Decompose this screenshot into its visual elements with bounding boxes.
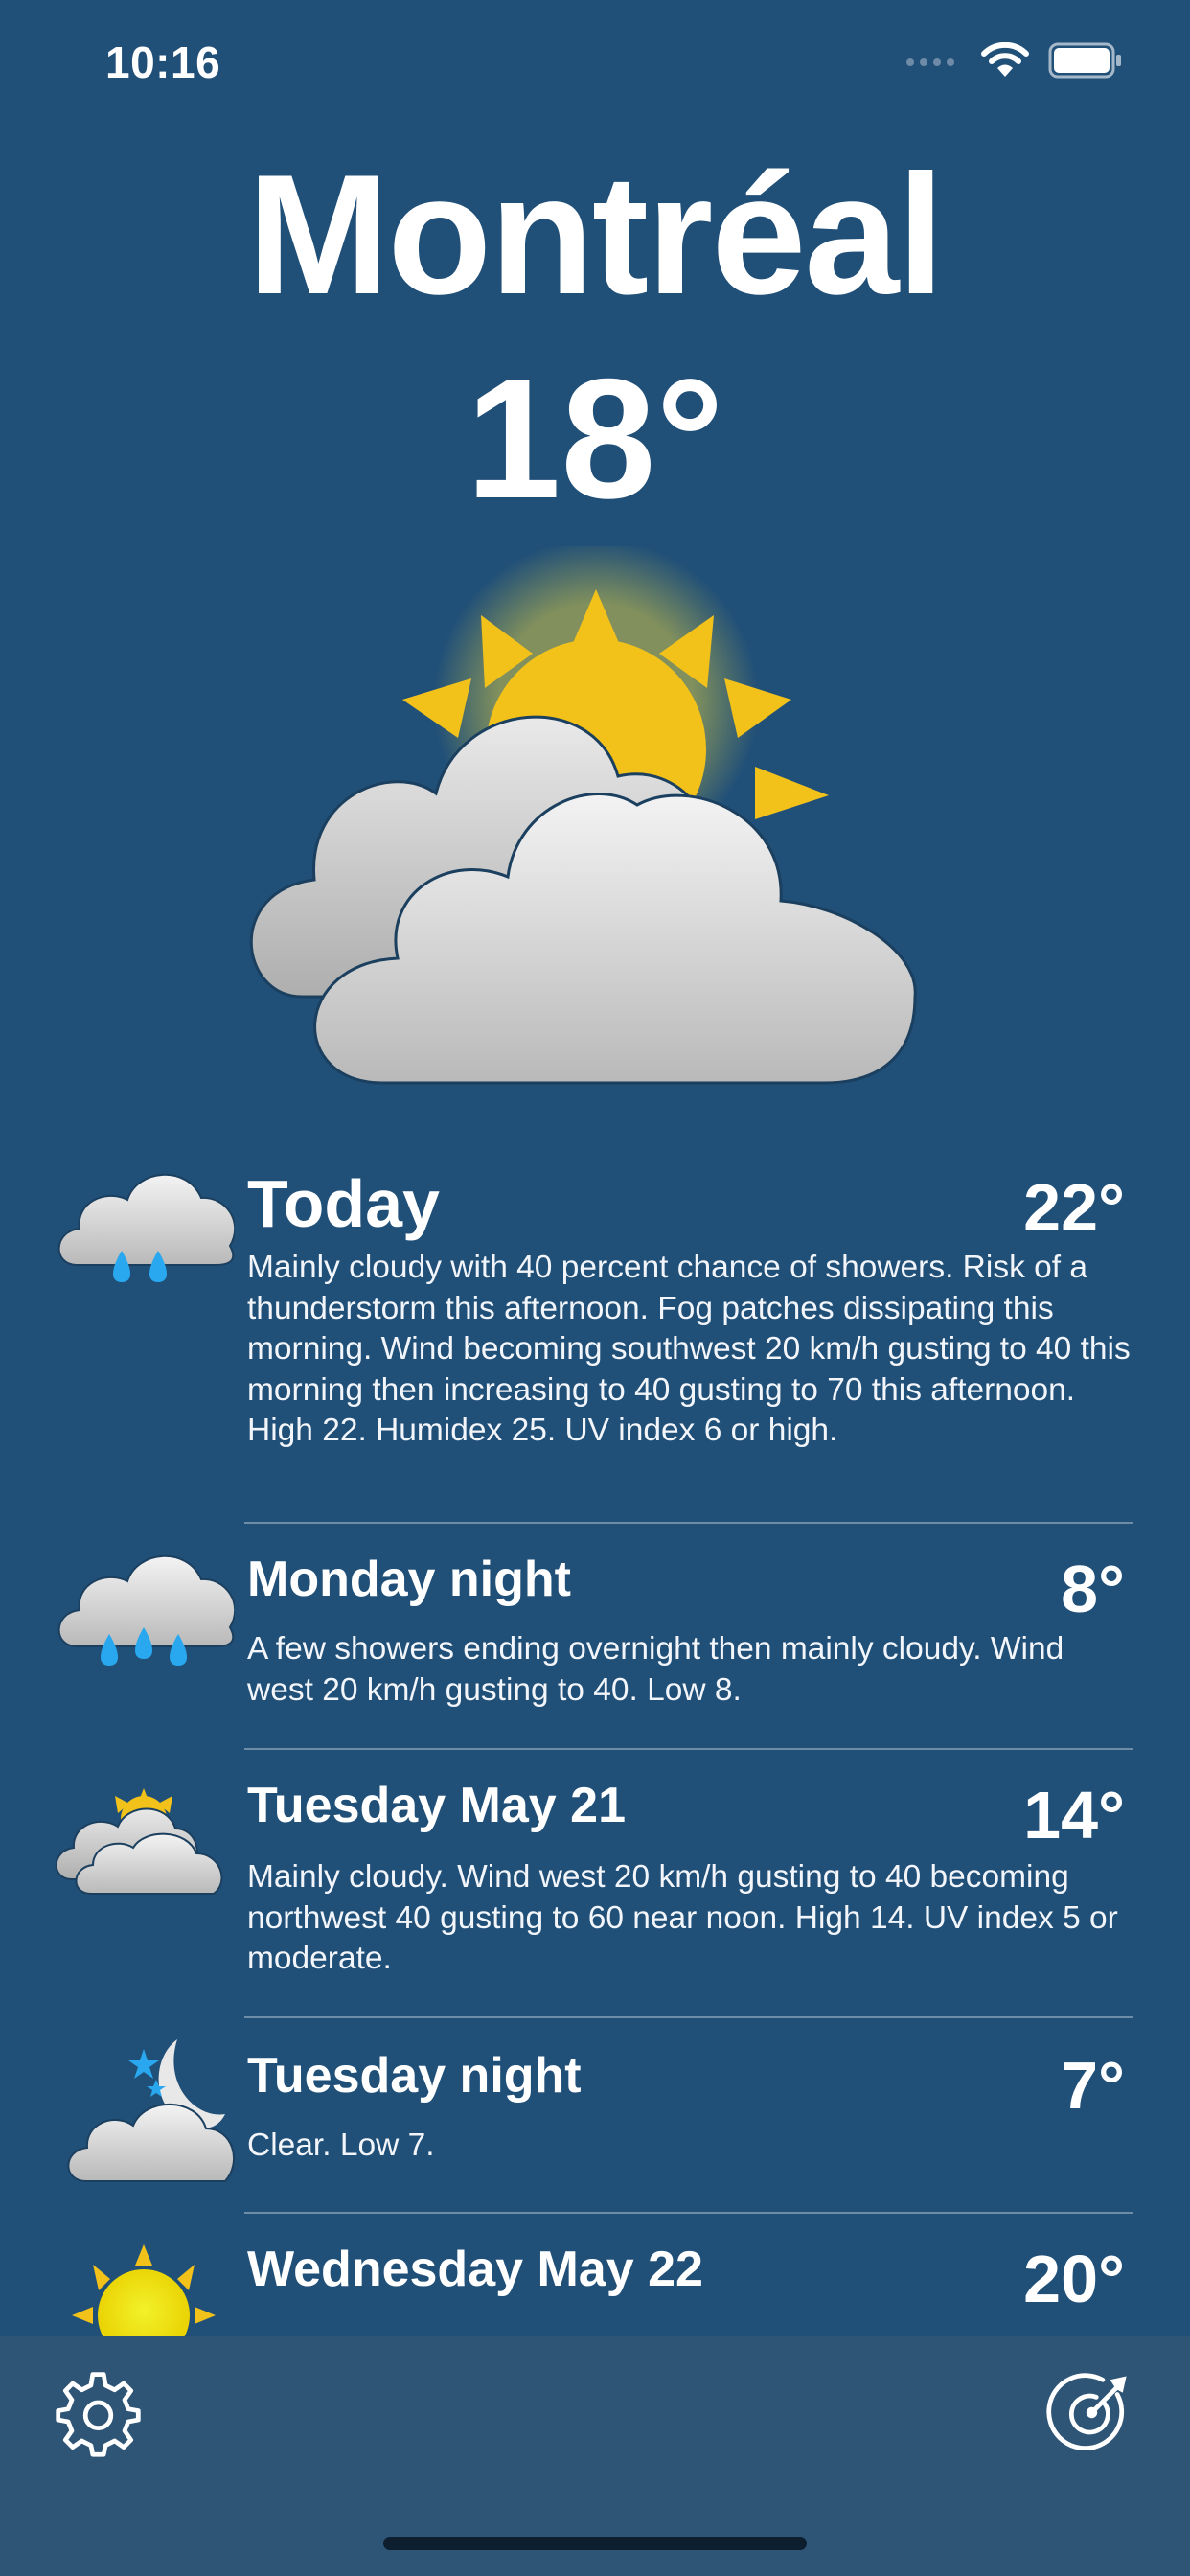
forecast-item-tuesday[interactable]: Tuesday May 21 14° Mainly cloudy. Wind w… — [0, 1750, 1190, 2018]
sun-icon — [72, 2244, 216, 2338]
forecast-period: Tuesday May 21 — [247, 1778, 627, 1833]
forecast-item-tuesday-night[interactable]: Tuesday night 7° Clear. Low 7. — [0, 2018, 1190, 2214]
forecast-temperature: 22° — [1023, 1170, 1125, 1245]
home-indicator[interactable] — [383, 2537, 807, 2550]
status-time: 10:16 — [105, 37, 221, 87]
forecast-list[interactable]: Today 22° Mainly cloudy with 40 percent … — [0, 1150, 1190, 2338]
status-icons — [904, 42, 1123, 79]
forecast-description: Mainly cloudy. Wind west 20 km/h gusting… — [247, 1859, 1118, 1976]
partly-cloudy-icon — [55, 1788, 223, 1895]
forecast-item-wednesday[interactable]: Wednesday May 22 20° — [0, 2214, 1190, 2338]
forecast-temperature: 7° — [1061, 2048, 1125, 2123]
forecast-item-today[interactable]: Today 22° Mainly cloudy with 40 percent … — [0, 1150, 1190, 1524]
current-temperature: 18° — [466, 343, 724, 534]
forecast-description: A few showers ending overnight then main… — [247, 1631, 1064, 1708]
rain-cloud-icon — [57, 1554, 235, 1666]
forecast-period: Today — [247, 1166, 440, 1241]
wifi-icon — [981, 42, 1029, 77]
forecast-description: Mainly cloudy with 40 percent chance of … — [247, 1250, 1131, 1448]
forecast-period: Wednesday May 22 — [247, 2242, 703, 2297]
radar-icon[interactable] — [1046, 2367, 1137, 2458]
forecast-temperature: 14° — [1023, 1778, 1125, 1852]
status-bar: 10:16 — [0, 0, 1190, 125]
moon-cloud-icon — [67, 2039, 235, 2182]
forecast-period: Tuesday night — [247, 2048, 582, 2104]
forecast-period: Monday night — [247, 1552, 571, 1607]
city-name: Montréal — [247, 139, 945, 330]
rain-cloud-icon — [57, 1173, 235, 1282]
forecast-temperature: 8° — [1061, 1552, 1125, 1626]
gear-icon[interactable] — [53, 2367, 144, 2458]
battery-icon — [1048, 42, 1121, 79]
forecast-item-monday-night[interactable]: Monday night 8° A few showers ending ove… — [0, 1524, 1190, 1750]
forecast-temperature: 20° — [1023, 2242, 1125, 2316]
partly-cloudy-icon — [249, 546, 917, 1085]
cellular-icon — [906, 58, 954, 66]
forecast-description: Clear. Low 7. — [247, 2128, 435, 2163]
